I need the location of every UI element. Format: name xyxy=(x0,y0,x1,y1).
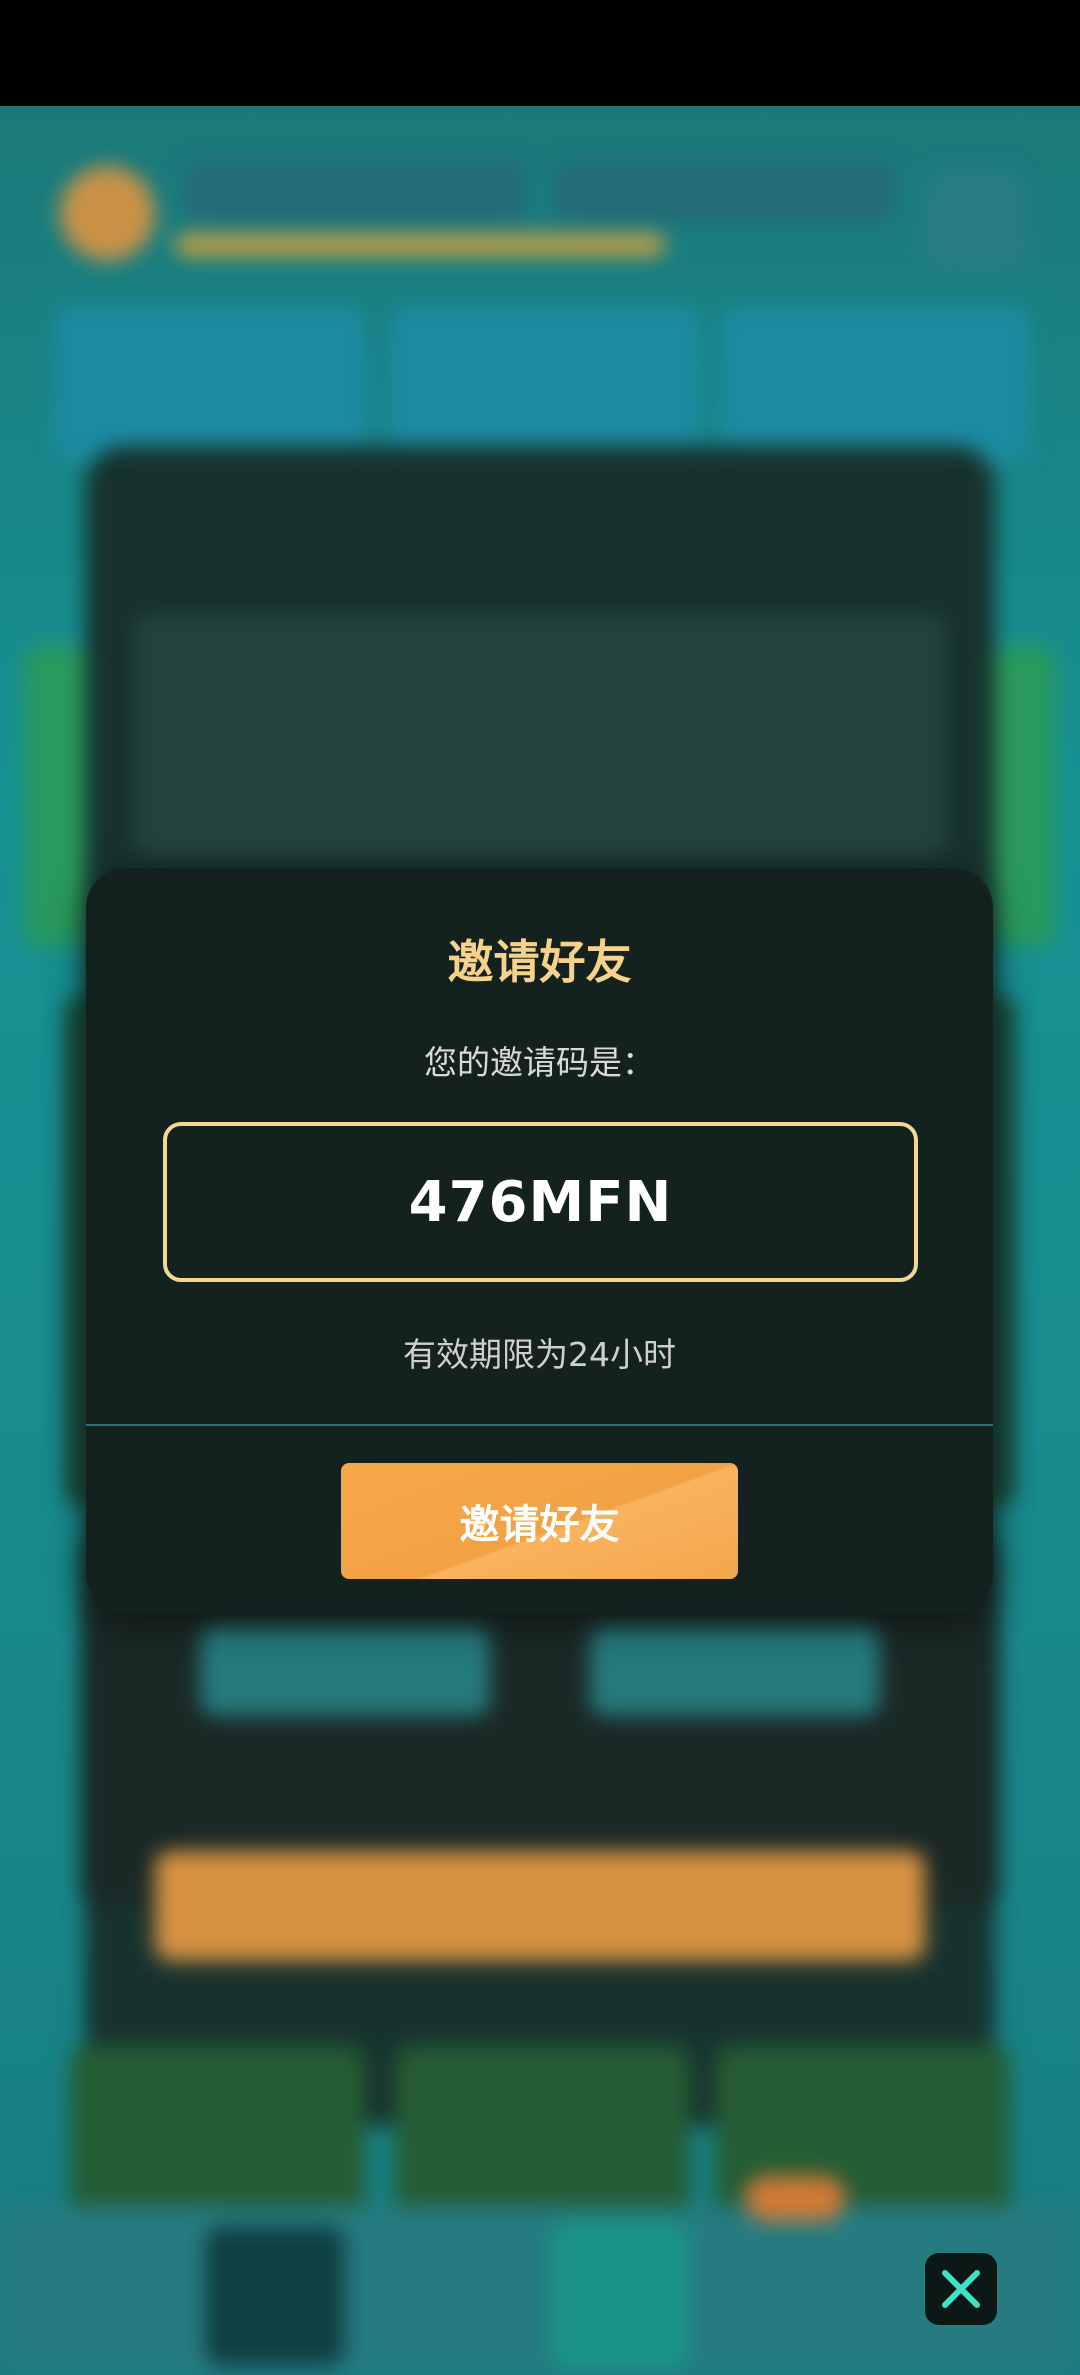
invite-code-label: 您的邀请码是： xyxy=(424,1043,655,1082)
invite-code-box[interactable]: 476MFN xyxy=(163,1122,918,1282)
modal-title: 邀请好友 xyxy=(447,935,632,989)
close-button[interactable] xyxy=(925,2253,997,2325)
invite-modal: 邀请好友 您的邀请码是： 476MFN 有效期限为24小时 邀请好友 xyxy=(86,868,993,1613)
validity-note: 有效期限为24小时 xyxy=(403,1335,676,1374)
invite-code: 476MFN xyxy=(408,1169,673,1235)
status-bar xyxy=(0,0,1080,106)
invite-friends-button[interactable]: 邀请好友 xyxy=(341,1463,738,1579)
divider xyxy=(86,1424,993,1426)
close-icon xyxy=(942,2270,980,2308)
